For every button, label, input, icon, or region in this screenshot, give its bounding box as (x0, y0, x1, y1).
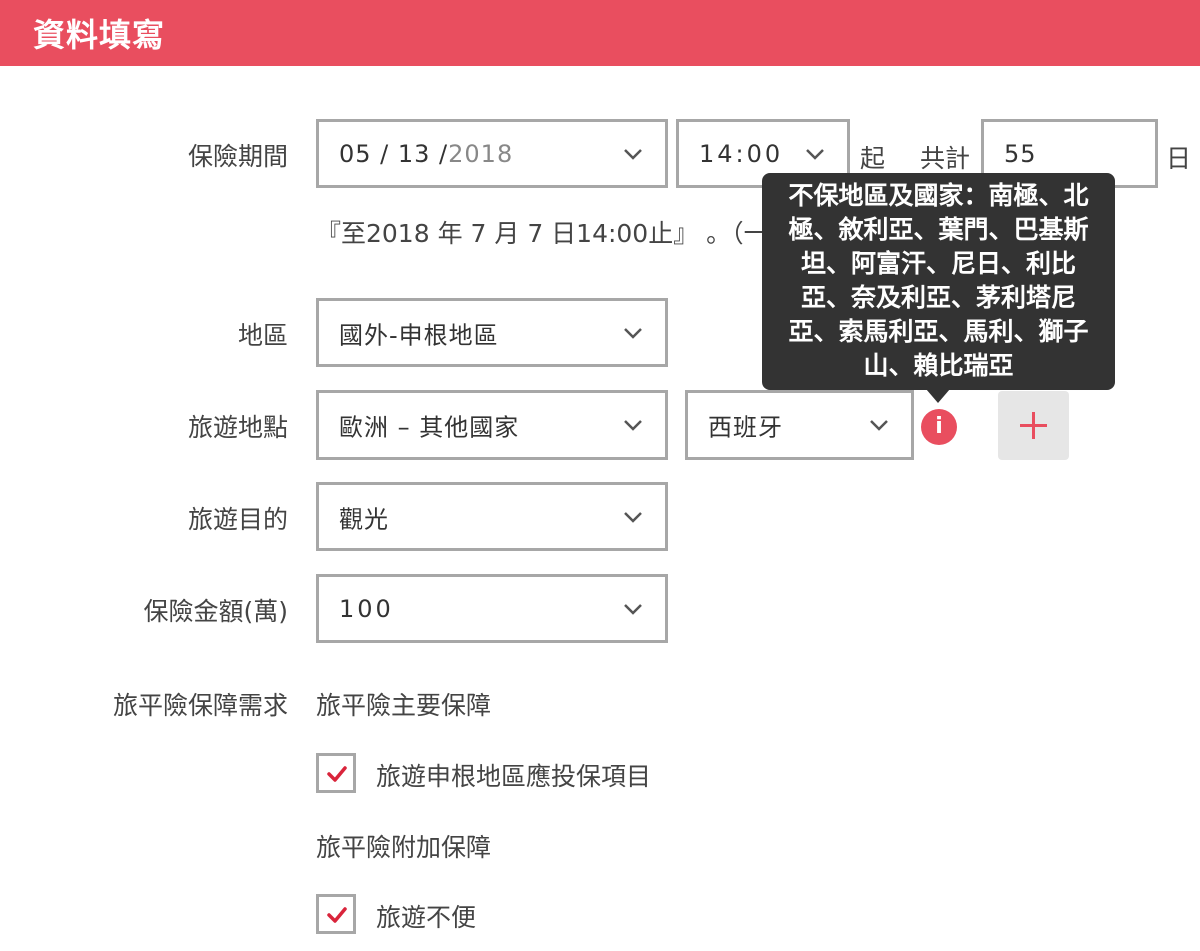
addon-coverage-checkbox[interactable] (316, 894, 356, 934)
addon-coverage-item[interactable]: 旅遊不便 (376, 898, 476, 934)
destination-country-select[interactable]: 西班牙 (685, 390, 914, 460)
main-coverage-item[interactable]: 旅遊申根地區應投保項目 (376, 757, 651, 793)
excluded-countries-tooltip: 不保地區及國家：南極、北極、敘利亞、葉門、巴基斯坦、阿富汗、尼日、利比亞、奈及利… (762, 173, 1115, 390)
chevron-down-icon (624, 327, 642, 339)
amount-value: 100 (339, 594, 394, 623)
amount-select[interactable]: 100 (316, 574, 668, 643)
start-date-value: 05 / 13 /2018 (339, 139, 514, 168)
total-label: 共計 (920, 144, 971, 173)
main-coverage-title: 旅平險主要保障 (316, 691, 492, 720)
destination-area-select[interactable]: 歐洲 – 其他國家 (316, 390, 668, 460)
days-unit: 日 (1166, 144, 1192, 173)
coverage-label: 旅平險保障需求 (112, 691, 288, 720)
amount-label: 保險金額(萬) (143, 597, 288, 626)
destination-area-value: 歐洲 – 其他國家 (339, 413, 520, 442)
chevron-down-icon (624, 420, 642, 431)
start-suffix: 起 (860, 144, 886, 173)
chevron-down-icon (806, 148, 824, 160)
period-end-note: 『至2018 年 7 月 7 日14:00止』 。（一 (316, 219, 769, 248)
start-time-value: 14:00 (699, 139, 784, 168)
purpose-select[interactable]: 觀光 (316, 482, 668, 551)
period-label: 保險期間 (187, 142, 288, 171)
destination-country-value: 西班牙 (708, 413, 783, 442)
region-label: 地區 (237, 321, 288, 350)
destination-label: 旅遊地點 (187, 413, 288, 442)
checkmark-icon (327, 907, 347, 923)
add-destination-button[interactable] (998, 391, 1069, 460)
info-icon[interactable]: i (921, 409, 957, 445)
chevron-down-icon (624, 511, 642, 523)
addon-coverage-title: 旅平險附加保障 (316, 833, 492, 862)
tooltip-arrow (926, 389, 950, 403)
main-coverage-checkbox[interactable] (316, 753, 356, 793)
region-value: 國外-申根地區 (339, 321, 499, 349)
chevron-down-icon (870, 420, 888, 431)
page-title: 資料填寫 (33, 16, 166, 54)
page-header: 資料填寫 (0, 0, 1200, 66)
chevron-down-icon (624, 603, 642, 615)
plus-icon (1020, 412, 1047, 439)
chevron-down-icon (624, 148, 642, 160)
purpose-value: 觀光 (339, 505, 389, 533)
checkmark-icon (327, 766, 347, 782)
start-date-select[interactable]: 05 / 13 /2018 (316, 119, 668, 188)
days-value: 55 (1004, 139, 1037, 168)
region-select[interactable]: 國外-申根地區 (316, 298, 668, 367)
purpose-label: 旅遊目的 (187, 505, 288, 534)
